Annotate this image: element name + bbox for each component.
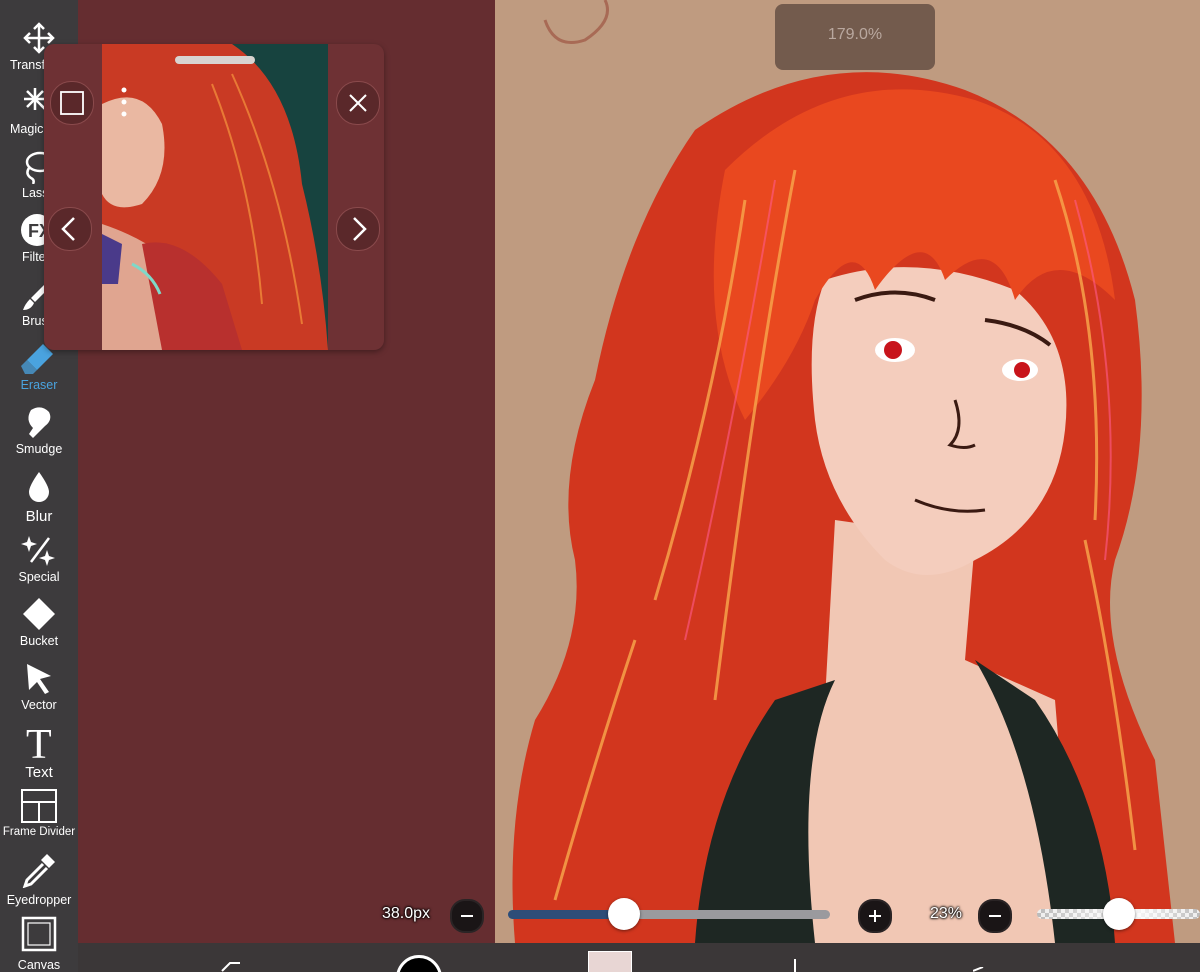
brush-opacity-value: 23% bbox=[930, 905, 963, 922]
brush-opacity-decrease-button[interactable] bbox=[978, 899, 1012, 933]
frame-divider-icon bbox=[21, 789, 57, 823]
plus-icon bbox=[869, 910, 881, 922]
tool-frame-divider[interactable]: Frame Divider bbox=[0, 782, 78, 846]
back-icon[interactable] bbox=[973, 967, 985, 972]
tool-label: Blur bbox=[25, 508, 53, 525]
reference-image bbox=[102, 44, 328, 350]
brush-size-decrease-button[interactable] bbox=[450, 899, 484, 933]
svg-text:T: T bbox=[26, 724, 52, 760]
brush-opacity-slider-thumb[interactable] bbox=[1102, 898, 1135, 930]
minus-icon bbox=[461, 915, 473, 917]
undo-icon[interactable] bbox=[216, 957, 246, 972]
tool-bucket[interactable]: Bucket bbox=[0, 590, 78, 654]
drawing-canvas[interactable] bbox=[495, 0, 1200, 943]
reference-drag-handle[interactable] bbox=[175, 56, 255, 64]
zoom-indicator: 179.0% bbox=[775, 4, 935, 70]
brush-size-slider-thumb[interactable] bbox=[607, 898, 640, 930]
expand-button[interactable] bbox=[50, 81, 94, 125]
tool-label: Bucket bbox=[19, 634, 59, 648]
tool-label: Special bbox=[18, 570, 60, 584]
brush-size-value: 38.0px bbox=[382, 905, 431, 922]
tool-canvas[interactable]: Canvas bbox=[0, 910, 78, 972]
tool-blur[interactable]: Blur bbox=[0, 462, 78, 526]
brush-size-slider[interactable] bbox=[508, 910, 830, 919]
tool-label: Canvas bbox=[17, 958, 61, 972]
blur-drop-icon bbox=[29, 472, 49, 502]
cursor-arrow-icon bbox=[27, 664, 51, 694]
layers-button[interactable] bbox=[588, 951, 632, 972]
canvas-icon bbox=[21, 916, 57, 952]
sparkle-icon bbox=[21, 536, 55, 566]
close-reference-button[interactable] bbox=[336, 81, 380, 125]
tool-special[interactable]: Special bbox=[0, 526, 78, 590]
arrow-down-icon[interactable] bbox=[790, 959, 800, 972]
tool-label: Frame Divider bbox=[2, 826, 76, 838]
text-t-icon: T bbox=[26, 724, 52, 760]
eyedropper-icon bbox=[22, 854, 55, 888]
artwork-illustration bbox=[512, 0, 1175, 943]
minus-icon bbox=[989, 915, 1001, 917]
chevron-left-icon bbox=[61, 217, 75, 241]
tool-text[interactable]: T Text bbox=[0, 718, 78, 782]
chevron-right-icon bbox=[353, 217, 367, 241]
tool-label: Text bbox=[25, 764, 53, 781]
smudge-icon bbox=[28, 407, 51, 438]
zoom-level: 179.0% bbox=[827, 26, 883, 43]
tool-label: Smudge bbox=[15, 442, 63, 456]
previous-reference-button[interactable] bbox=[48, 207, 92, 251]
color-swatch[interactable] bbox=[396, 955, 442, 972]
tool-smudge[interactable]: Smudge bbox=[0, 398, 78, 462]
next-reference-button[interactable] bbox=[336, 207, 380, 251]
vertical-dots-icon[interactable] bbox=[118, 84, 130, 120]
tool-eyedropper[interactable]: Eyedropper bbox=[0, 846, 78, 910]
tool-label: Eraser bbox=[20, 378, 58, 392]
brush-size-increase-button[interactable] bbox=[858, 899, 892, 933]
brush-size-slider-fill bbox=[508, 910, 624, 919]
bottom-toolbar bbox=[78, 943, 1200, 972]
bucket-icon bbox=[23, 598, 55, 630]
reference-artwork bbox=[102, 44, 328, 350]
square-icon bbox=[60, 91, 84, 115]
reference-window[interactable] bbox=[44, 44, 384, 350]
tool-vector[interactable]: Vector bbox=[0, 654, 78, 718]
tool-label: Vector bbox=[21, 698, 57, 712]
tool-label: Eyedropper bbox=[6, 893, 72, 907]
close-x-icon bbox=[349, 94, 367, 112]
